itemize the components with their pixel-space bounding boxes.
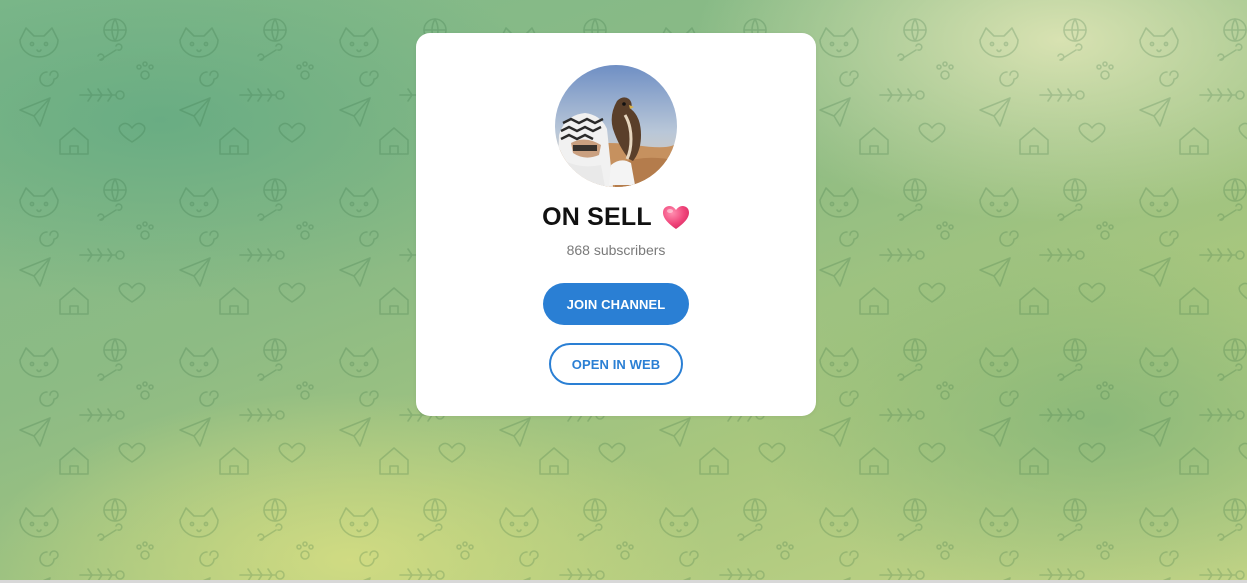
- heart-icon: [662, 205, 690, 231]
- channel-avatar: [555, 65, 677, 187]
- channel-card: ON SELL 868 subscribers JOIN CHANNEL OPE…: [416, 33, 816, 416]
- channel-title: ON SELL: [542, 203, 652, 231]
- join-channel-button[interactable]: JOIN CHANNEL: [543, 283, 689, 325]
- channel-title-row: ON SELL: [416, 203, 816, 232]
- subscriber-count: 868 subscribers: [566, 242, 666, 258]
- open-in-web-button[interactable]: OPEN IN WEB: [549, 343, 683, 385]
